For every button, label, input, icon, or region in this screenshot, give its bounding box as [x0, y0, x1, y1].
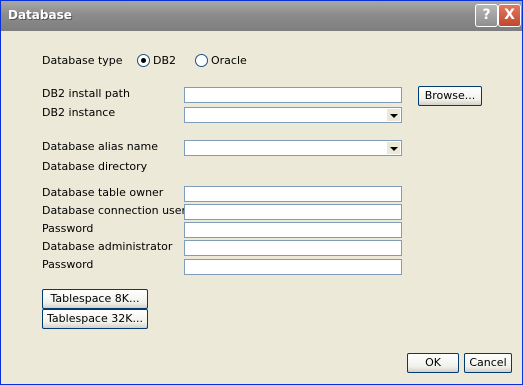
radio-oracle[interactable]: [195, 54, 208, 67]
db2-install-path-label: DB2 install path: [42, 87, 130, 100]
tablespace-32k-button[interactable]: Tablespace 32K...: [42, 309, 148, 329]
radio-oracle-label[interactable]: Oracle: [211, 54, 247, 68]
database-alias-combo[interactable]: [184, 140, 402, 156]
db2-instance-combo[interactable]: [184, 107, 402, 123]
chevron-down-icon[interactable]: [386, 142, 400, 154]
close-icon[interactable]: X: [498, 4, 521, 27]
db2-install-path-input[interactable]: [184, 87, 402, 103]
table-owner-input[interactable]: [184, 186, 402, 202]
radio-db2[interactable]: [137, 54, 150, 67]
connection-user-label: Database connection user: [42, 204, 187, 217]
radio-db2-label[interactable]: DB2: [153, 54, 176, 68]
browse-button[interactable]: Browse...: [418, 86, 482, 106]
connection-user-input[interactable]: [184, 204, 402, 220]
database-type-label: Database type: [42, 54, 123, 67]
db2-instance-label: DB2 instance: [42, 106, 116, 119]
admin-password-label: Password: [42, 258, 94, 271]
title-bar[interactable]: Database ? X: [1, 1, 522, 31]
password-label: Password: [42, 222, 94, 235]
table-owner-label: Database table owner: [42, 186, 164, 199]
database-directory-label: Database directory: [42, 160, 148, 173]
cancel-button[interactable]: Cancel: [464, 353, 512, 373]
administrator-input[interactable]: [184, 240, 402, 256]
administrator-label: Database administrator: [42, 240, 173, 253]
help-icon[interactable]: ?: [475, 4, 498, 27]
window-title: Database: [8, 8, 72, 22]
chevron-down-icon[interactable]: [386, 109, 400, 121]
password-input[interactable]: [184, 222, 402, 238]
database-dialog: Database ? X Database type DB2 Oracle DB…: [0, 0, 523, 385]
tablespace-8k-button[interactable]: Tablespace 8K...: [42, 289, 148, 309]
admin-password-input[interactable]: [184, 259, 402, 275]
database-alias-label: Database alias name: [42, 140, 158, 153]
radio-selected-dot: [141, 58, 146, 63]
dialog-body: Database type DB2 Oracle DB2 install pat…: [4, 31, 519, 381]
ok-button[interactable]: OK: [407, 353, 459, 373]
